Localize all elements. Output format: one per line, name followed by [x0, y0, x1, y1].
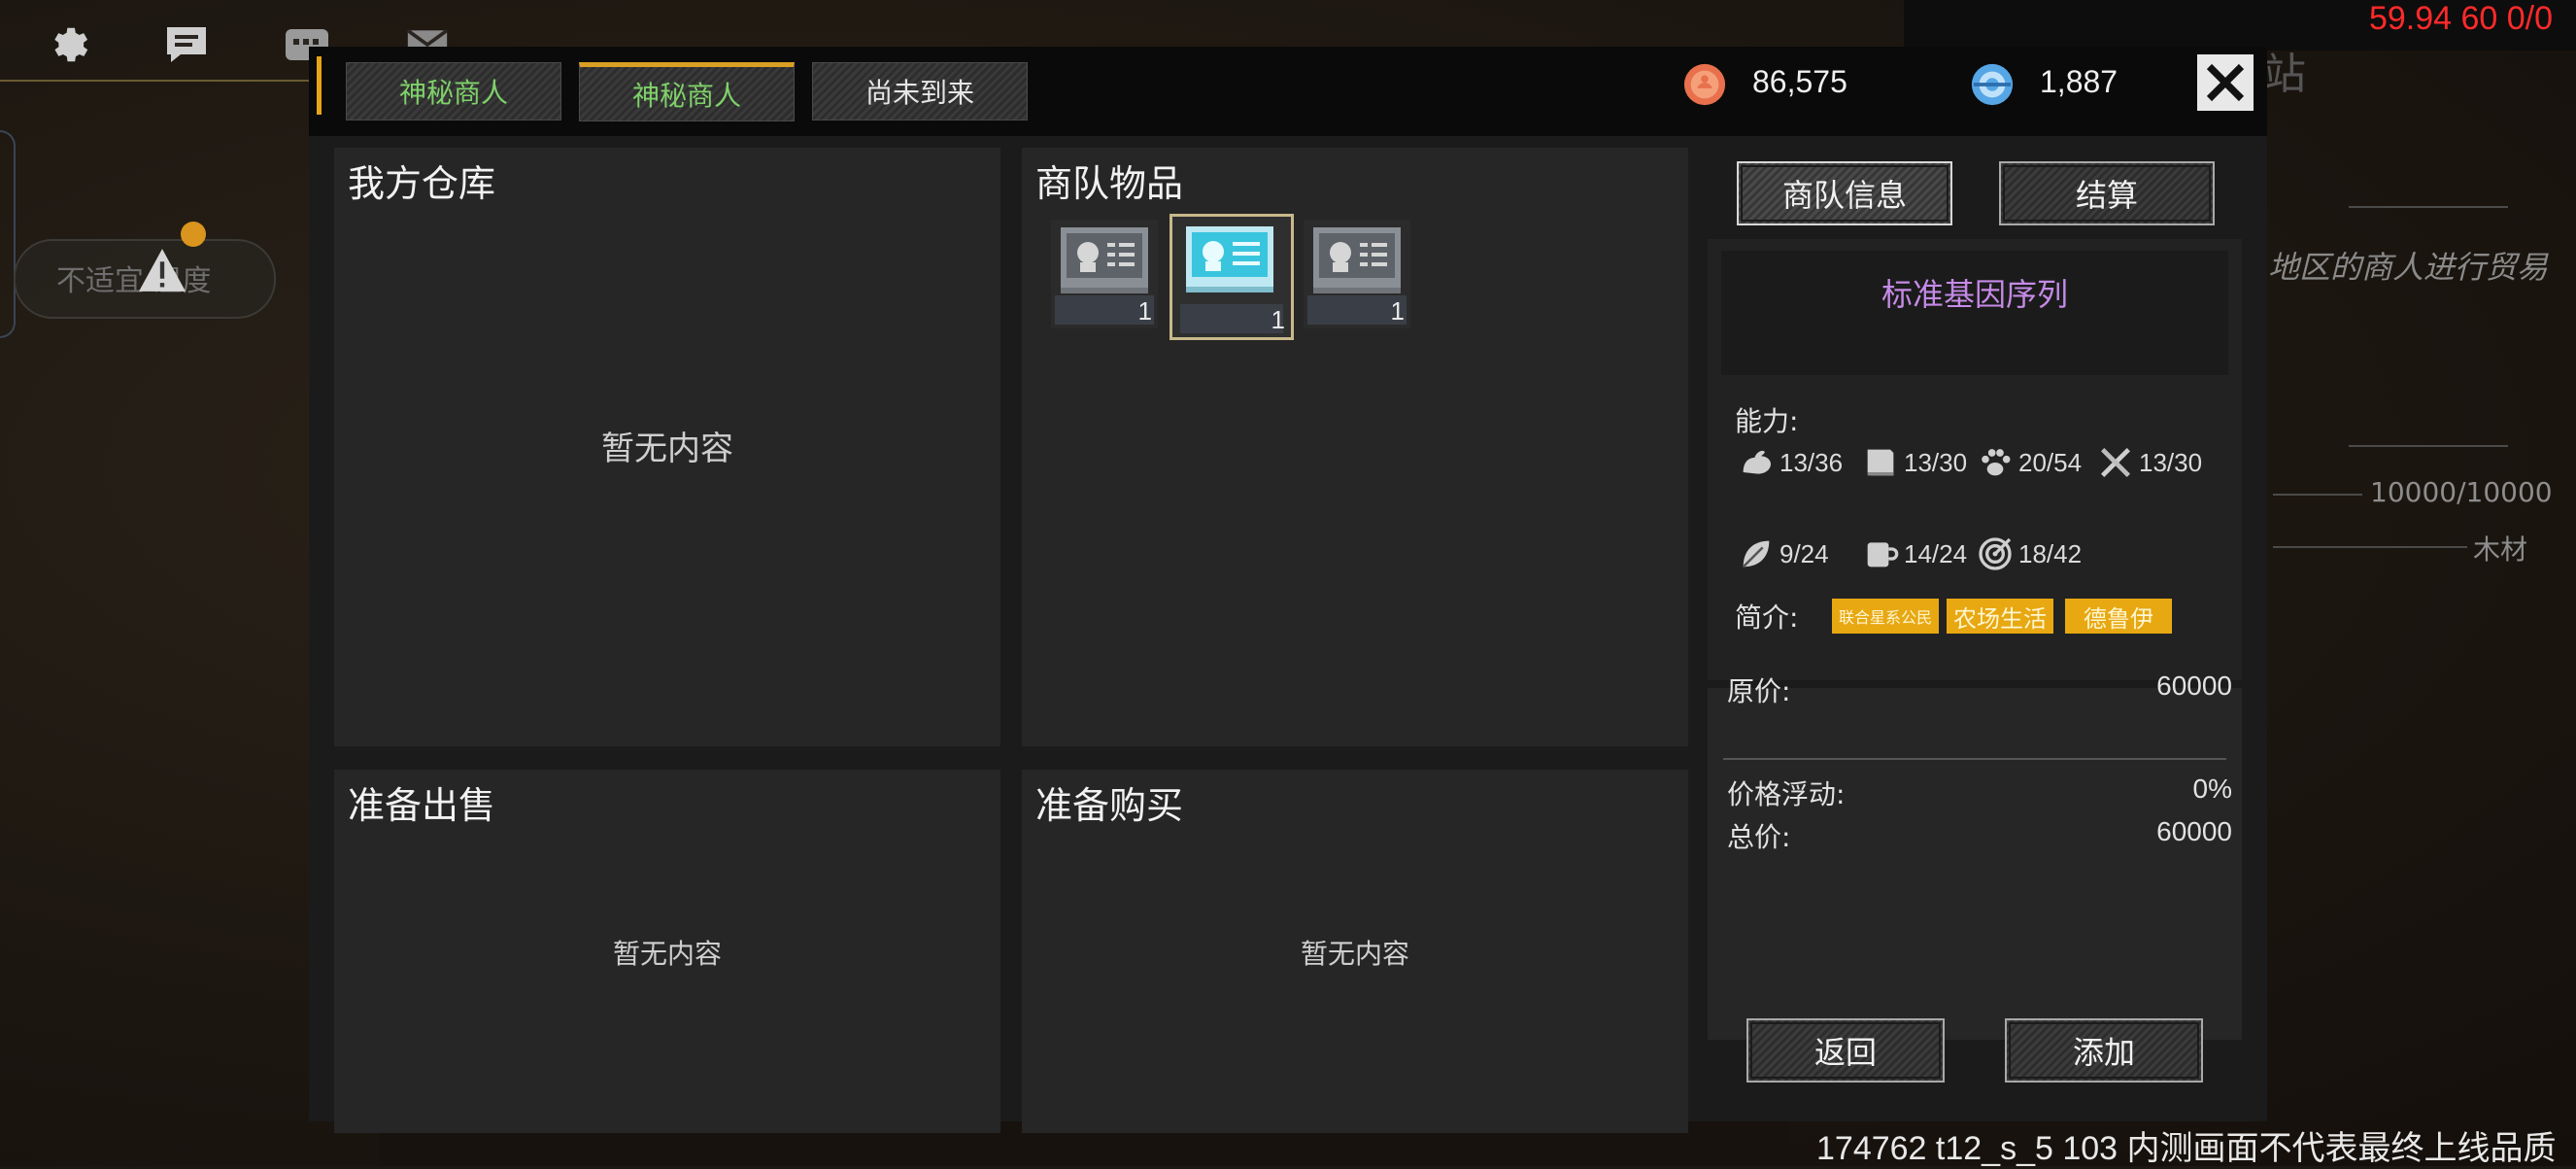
tab-label: 尚未到来 [864, 77, 974, 109]
item-slot[interactable]: 1 [1051, 220, 1158, 328]
checkout-button[interactable]: 结算 [1999, 161, 2215, 225]
total-price-label: 总价: [1727, 821, 1791, 853]
back-button[interactable]: 返回 [1746, 1018, 1945, 1083]
book-icon [1867, 449, 1894, 476]
empty-placeholder: 暂无内容 [1300, 938, 1409, 970]
price-divider [1723, 758, 2226, 760]
left-side-tab[interactable] [0, 130, 16, 338]
trait-tag[interactable]: 联合星系公民 [1832, 599, 1939, 634]
tab-label: 神秘商人 [631, 79, 741, 112]
ability-value: 13/30 [2139, 447, 2203, 477]
button-label: 返回 [1813, 1034, 1877, 1071]
hud-divider [0, 80, 321, 82]
fps-counter: 59.94 60 0/0 [2368, 0, 2553, 37]
close-button[interactable] [2197, 54, 2254, 111]
item-name-box: 标准基因序列 [1721, 251, 2228, 375]
bg-divider [2349, 206, 2508, 208]
original-price-value: 60000 [2156, 670, 2232, 701]
button-label: 商队信息 [1781, 177, 1907, 214]
bg-divider [2349, 445, 2508, 447]
empty-placeholder: 暂无内容 [612, 938, 722, 970]
abilities-label: 能力: [1735, 405, 1799, 437]
button-label: 添加 [2072, 1034, 2135, 1071]
warning-icon [136, 247, 192, 297]
tab-label: 神秘商人 [398, 77, 508, 109]
strength-arm-icon [1743, 450, 1771, 474]
station-title-fragment: 站 [2263, 50, 2306, 99]
price-panel [1708, 688, 2242, 1040]
item-count: 1 [1271, 305, 1285, 334]
close-icon [2206, 63, 2245, 102]
tab-not-arrived[interactable]: 尚未到来 [812, 62, 1028, 120]
resource-name: 木材 [2473, 533, 2528, 566]
my-warehouse-panel: 我方仓库 暂无内容 [334, 148, 1000, 746]
panel-title: 准备出售 [348, 784, 496, 827]
target-icon [1979, 537, 2012, 570]
ability-value: 18/42 [2018, 538, 2083, 568]
trade-description-fragment: 地区的商人进行贸易 [2268, 249, 2549, 286]
slot-quantity-bar [1180, 304, 1283, 333]
item-count: 1 [1390, 296, 1405, 326]
item-count: 1 [1137, 296, 1152, 326]
bg-divider [2273, 494, 2362, 496]
price-float-value: 0% [2192, 774, 2232, 804]
ability-value: 20/54 [2018, 447, 2083, 477]
ability-plant: 9/24 [1737, 534, 1829, 573]
build-info-text: 174762 t12_s_5 103 内测画面不代表最终上线品质 [1816, 1130, 2557, 1167]
trait-tag[interactable]: 农场生活 [1947, 599, 2053, 634]
panel-title: 我方仓库 [348, 162, 496, 205]
header-accent-bar [317, 56, 322, 115]
ability-animal: 20/54 [1976, 443, 2082, 482]
item-slot-selected[interactable]: 1 [1169, 214, 1294, 340]
panel-title: 准备购买 [1035, 784, 1184, 827]
total-price-value: 60000 [2156, 816, 2232, 846]
caravan-info-button[interactable]: 商队信息 [1737, 161, 1952, 225]
ability-craft: 13/30 [2096, 443, 2202, 482]
original-price-label: 原价: [1727, 675, 1791, 707]
intro-label: 简介: [1735, 602, 1799, 634]
bg-divider [2273, 546, 2467, 548]
trait-tag[interactable]: 德鲁伊 [2065, 599, 2172, 634]
caravan-items-panel: 商队物品 1 1 1 [1022, 148, 1688, 746]
coin-currency-icon [1682, 62, 1727, 107]
add-button[interactable]: 添加 [2005, 1018, 2203, 1083]
ability-shooting: 18/42 [1976, 534, 2082, 573]
button-label: 结算 [2075, 177, 2138, 214]
gem-amount: 1,887 [2040, 64, 2118, 99]
coin-amount: 86,575 [1752, 64, 1847, 99]
mug-icon [1867, 542, 1899, 567]
panel-title: 商队物品 [1035, 162, 1184, 205]
ability-value: 13/30 [1904, 447, 1968, 477]
tools-icon [2101, 448, 2130, 477]
leaf-icon [1742, 540, 1770, 568]
item-name: 标准基因序列 [1881, 276, 2068, 313]
prepare-buy-panel: 准备购买 暂无内容 [1022, 770, 1688, 1133]
gene-sequence-grey-icon [1313, 227, 1401, 293]
price-float-label: 价格浮动: [1727, 778, 1846, 810]
prepare-sell-panel: 准备出售 暂无内容 [334, 770, 1000, 1133]
ability-intellect: 13/30 [1861, 443, 1967, 482]
empty-placeholder: 暂无内容 [601, 430, 733, 468]
gene-sequence-grey-icon [1061, 227, 1148, 293]
paw-icon [1982, 449, 2011, 476]
gear-icon[interactable] [35, 14, 97, 76]
ability-value: 13/36 [1779, 447, 1844, 477]
notification-dot [181, 222, 206, 247]
ability-strength: 13/36 [1737, 443, 1843, 482]
ability-value: 14/24 [1904, 538, 1968, 568]
ability-cooking: 14/24 [1861, 534, 1967, 573]
tab-mysterious-merchant-2[interactable]: 神秘商人 [579, 62, 795, 121]
tab-mysterious-merchant-1[interactable]: 神秘商人 [346, 62, 561, 120]
chat-icon[interactable] [155, 14, 218, 76]
ability-value: 9/24 [1779, 538, 1829, 568]
item-slot[interactable]: 1 [1304, 220, 1410, 328]
resource-count: 10000/10000 [2370, 476, 2553, 508]
gem-currency-icon [1970, 62, 2015, 107]
trade-dialog: 神秘商人 神秘商人 尚未到来 86,575 1,887 我方仓库 暂无内容 商队… [309, 47, 2267, 1133]
gene-sequence-blue-icon [1186, 226, 1273, 292]
